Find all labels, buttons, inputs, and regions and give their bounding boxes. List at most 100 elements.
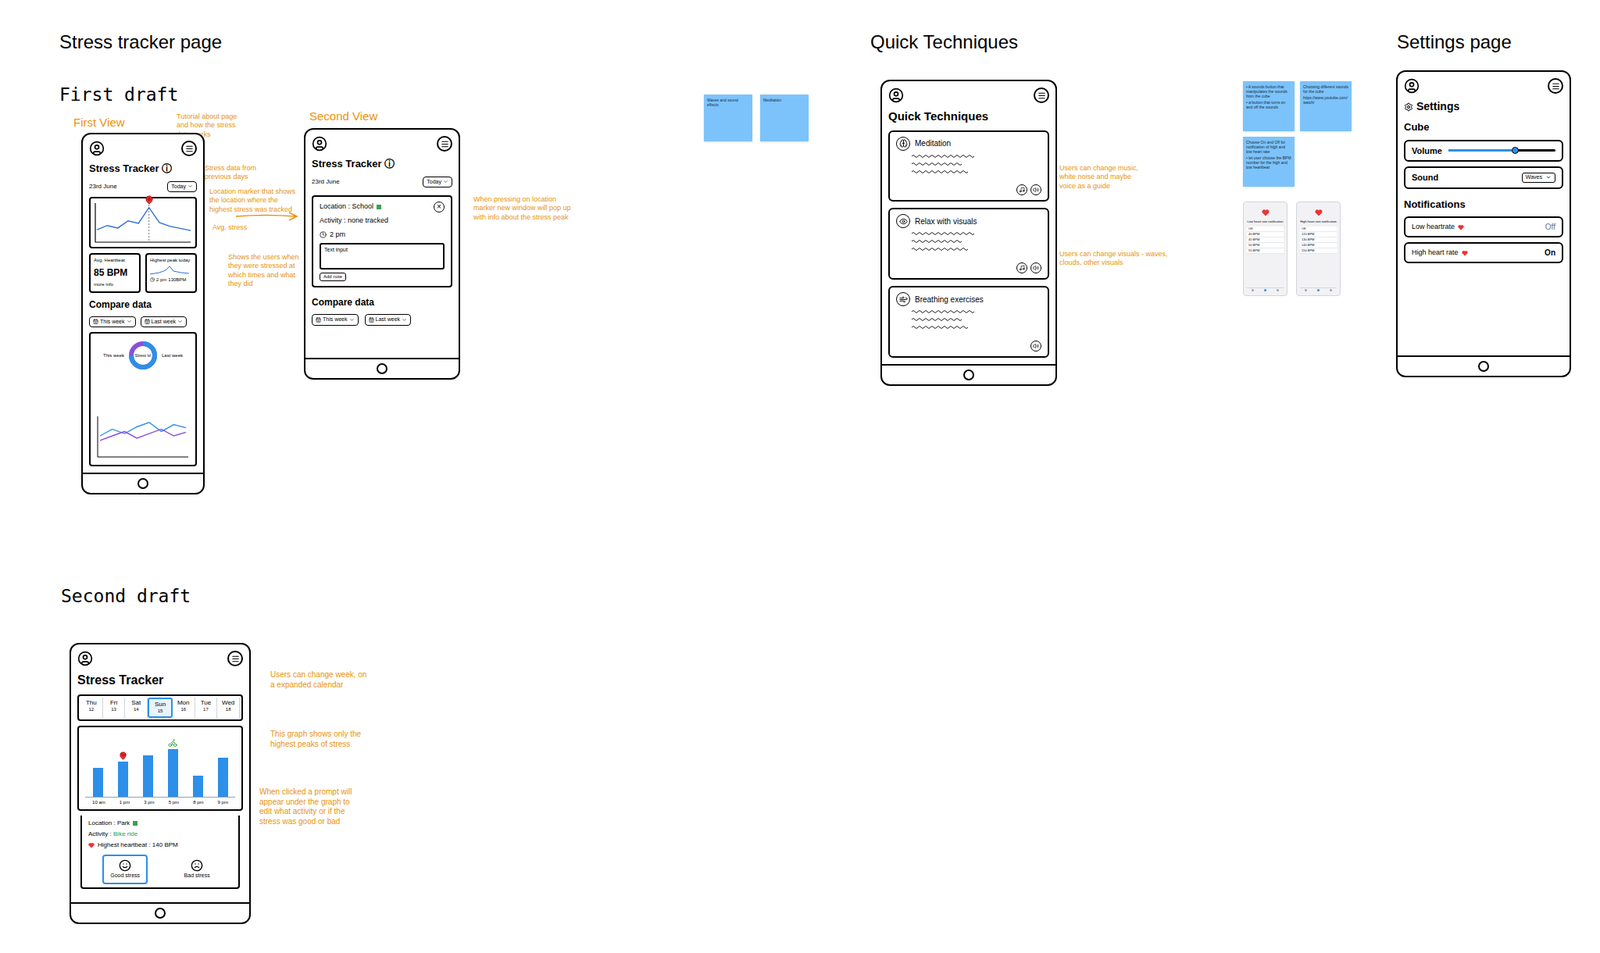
phone-header (888, 87, 1050, 104)
option-row[interactable]: Off (1300, 226, 1337, 233)
option-row[interactable]: 130 BPM (1300, 237, 1337, 243)
stress-chart (89, 196, 197, 249)
profile-icon[interactable] (1403, 78, 1420, 94)
stat-card[interactable]: Highest peak today2 pm130BPM (145, 253, 197, 293)
sound-button[interactable] (1030, 262, 1042, 274)
notification-toggle[interactable]: High heart rateOn (1403, 242, 1564, 264)
sound-button[interactable] (1030, 184, 1042, 196)
stress-bar[interactable] (167, 738, 179, 797)
day-cell[interactable]: Sun15 (147, 697, 173, 718)
placeholder-text (911, 246, 968, 252)
range-dropdown[interactable]: Today (422, 176, 453, 189)
week-dropdown[interactable]: Last week (364, 314, 412, 326)
menu-icon (440, 139, 450, 149)
compare-chart: This weekStress lvlLast week (89, 332, 197, 467)
profile-icon[interactable] (89, 140, 105, 157)
technique-card[interactable]: Breathing exercises (888, 285, 1050, 358)
week-dropdown[interactable]: Last week (140, 316, 188, 329)
chevron-icon (401, 317, 408, 323)
calendar-icon (315, 317, 322, 323)
section-heading: Stress tracker page (59, 28, 222, 57)
menu-icon (185, 144, 194, 154)
menu-icon (1037, 91, 1047, 100)
location-marker-icon[interactable] (144, 195, 154, 205)
option-row[interactable]: 50 BPM (1246, 242, 1284, 249)
menu-button[interactable] (1033, 87, 1050, 104)
profile-icon[interactable] (311, 135, 328, 152)
annotation: Location marker that shows the location … (209, 187, 300, 215)
heart-icon (88, 842, 95, 849)
technique-card[interactable]: Meditation (888, 130, 1050, 203)
close-button[interactable]: × (433, 201, 445, 213)
placeholder-text (911, 309, 975, 315)
note-input[interactable]: Text input (319, 242, 445, 270)
menu-button[interactable] (181, 140, 197, 157)
info-button[interactable]: ⓘ (384, 157, 395, 170)
sticky-note[interactable]: • A sounds button that manipulates the s… (1242, 81, 1295, 132)
volume-slider[interactable] (1448, 149, 1556, 152)
home-button[interactable] (154, 907, 166, 919)
sound-dropdown[interactable]: Waves (1521, 172, 1556, 183)
placeholder-text (911, 161, 962, 167)
sticky-note[interactable]: Waves and sound effects (703, 94, 753, 142)
frown-icon (190, 859, 204, 872)
music-button[interactable] (1016, 262, 1028, 274)
heart-icon (1461, 250, 1468, 257)
home-button[interactable] (1478, 360, 1490, 372)
technique-card[interactable]: Relax with visuals (888, 207, 1050, 280)
add-note-button[interactable]: Add note (319, 272, 347, 282)
week-dropdown[interactable]: This week (89, 316, 136, 329)
home-button[interactable] (376, 363, 388, 375)
range-dropdown[interactable]: Today (167, 181, 197, 193)
stress-bar[interactable] (117, 751, 129, 797)
draft-heading: First draft (59, 81, 179, 109)
stress-bar[interactable] (192, 775, 204, 797)
stress-bar[interactable] (142, 755, 154, 797)
option-row[interactable]: 55 BPM (1246, 248, 1284, 254)
heart-icon (1314, 208, 1323, 217)
day-cell[interactable]: Wed18 (217, 697, 240, 718)
bar-label: 5 pm (168, 799, 179, 807)
mood-button[interactable]: Good stress (102, 854, 148, 886)
stress-bar[interactable] (217, 757, 229, 797)
menu-button[interactable] (1547, 78, 1564, 94)
location-marker-icon[interactable] (118, 751, 128, 761)
menu-icon (1551, 82, 1561, 91)
option-row[interactable]: 120 BPM (1300, 232, 1337, 238)
annotation: When pressing on location marker new win… (473, 195, 572, 222)
day-cell[interactable]: Fri13 (103, 697, 126, 718)
day-cell[interactable]: Mon16 (172, 697, 196, 718)
meditation-icon (899, 139, 908, 148)
day-cell[interactable]: Tue17 (195, 697, 218, 718)
option-row[interactable]: 40 BPM (1246, 232, 1284, 238)
music-button[interactable] (1016, 184, 1028, 196)
menu-button[interactable] (227, 650, 243, 667)
notification-toggle[interactable]: Low heartrateOff (1403, 216, 1564, 238)
day-cell[interactable]: Thu12 (80, 697, 104, 718)
menu-button[interactable] (436, 135, 453, 152)
stress-bar[interactable] (92, 767, 104, 797)
home-button[interactable] (963, 369, 975, 381)
sticky-note[interactable]: Meditation (760, 94, 809, 142)
volume-row[interactable]: Volume (1403, 139, 1564, 163)
profile-icon[interactable] (77, 650, 93, 667)
option-row[interactable]: 150 BPM (1300, 248, 1337, 254)
chevron-icon (442, 178, 449, 185)
option-row[interactable]: 140 BPM (1300, 242, 1337, 249)
sticky-note[interactable]: Choose On and Off for notification of hi… (1242, 136, 1295, 187)
page-title: Stress Tracker (77, 671, 243, 690)
bar-label: 8 pm (192, 799, 204, 807)
day-cell[interactable]: Sat14 (125, 697, 148, 718)
option-row[interactable]: 45 BPM (1246, 237, 1284, 243)
info-button[interactable]: ⓘ (161, 162, 172, 175)
stat-card[interactable]: Avg. Heartbeat85 BPMmore info (89, 253, 141, 293)
profile-icon[interactable] (888, 87, 904, 104)
sound-row[interactable]: SoundWaves (1403, 166, 1564, 190)
week-dropdown[interactable]: This week (311, 314, 359, 326)
sound-button[interactable] (1030, 340, 1042, 352)
sticky-note[interactable]: Choosing different sounds for the cubeht… (1300, 81, 1352, 132)
home-button[interactable] (137, 478, 149, 490)
mood-button[interactable]: Bad stress (176, 854, 218, 886)
bike-icon[interactable] (167, 738, 178, 748)
option-row[interactable]: Off (1246, 226, 1284, 233)
